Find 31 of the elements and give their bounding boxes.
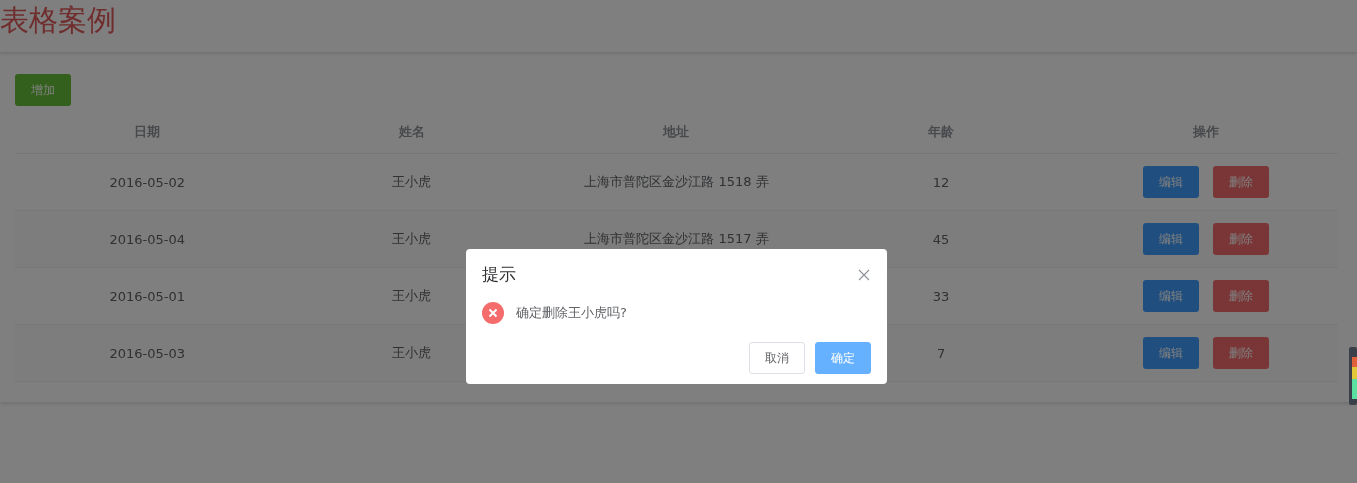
edit-button[interactable]: 编辑 — [1142, 280, 1199, 312]
delete-button[interactable]: 删除 — [1212, 280, 1269, 312]
name-cell: 王小虎 — [392, 344, 432, 362]
delete-button[interactable]: 删除 — [1212, 223, 1269, 255]
name-cell: 王小虎 — [392, 230, 432, 248]
date-cell: 2016-05-04 — [109, 231, 186, 247]
age-cell: 7 — [936, 345, 946, 361]
close-icon[interactable] — [857, 267, 871, 282]
edit-button[interactable]: 编辑 — [1142, 223, 1199, 255]
add-button[interactable]: 增加 — [15, 74, 71, 106]
delete-button[interactable]: 删除 — [1212, 337, 1269, 369]
edit-button[interactable]: 编辑 — [1142, 166, 1199, 198]
dialog-title: 提示 — [482, 263, 516, 286]
address-cell: 上海市普陀区金沙江路 1518 弄 — [584, 173, 769, 191]
date-cell: 2016-05-01 — [109, 288, 186, 304]
error-icon — [482, 302, 504, 324]
age-cell: 33 — [932, 288, 950, 304]
page-title: 表格案例 — [0, 2, 116, 39]
meter-icon[interactable] — [1349, 347, 1357, 405]
date-cell: 2016-05-02 — [109, 174, 186, 190]
date-cell: 2016-05-03 — [109, 345, 186, 361]
edit-button[interactable]: 编辑 — [1142, 337, 1199, 369]
address-cell: 上海市普陀区金沙江路 1517 弄 — [584, 230, 769, 248]
name-cell: 王小虎 — [392, 287, 432, 305]
cancel-button[interactable]: 取消 — [749, 342, 805, 374]
delete-button[interactable]: 删除 — [1212, 166, 1269, 198]
name-cell: 王小虎 — [392, 173, 432, 191]
confirm-button[interactable]: 确定 — [815, 342, 871, 374]
age-cell: 12 — [932, 174, 950, 190]
age-cell: 45 — [932, 231, 950, 247]
dialog-message: 确定删除王小虎吗? — [516, 304, 627, 322]
